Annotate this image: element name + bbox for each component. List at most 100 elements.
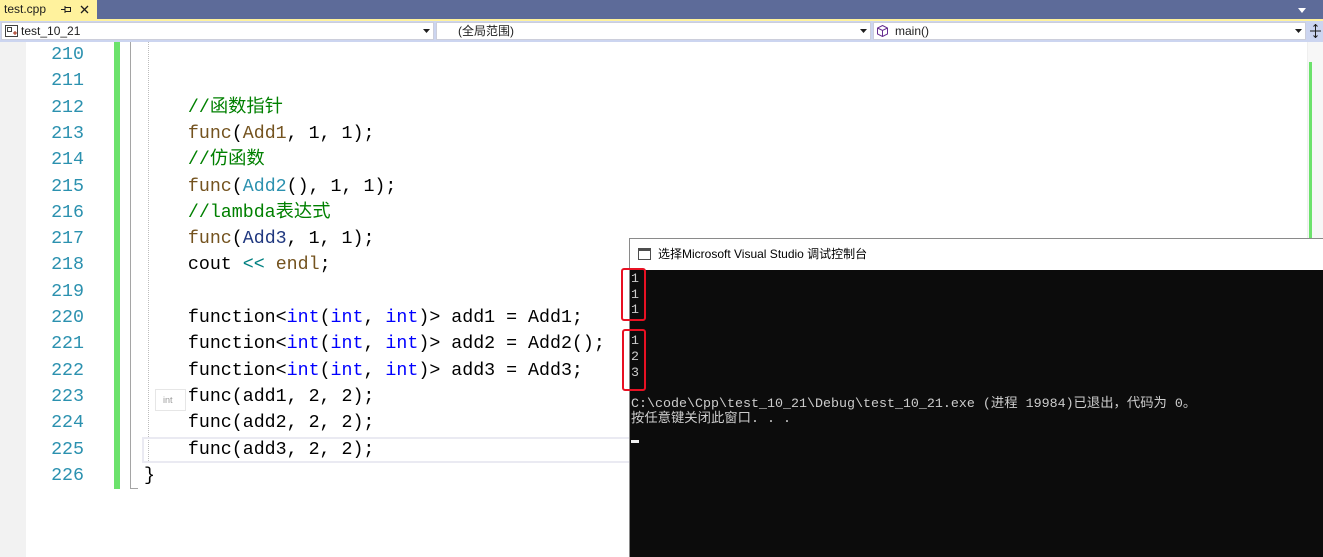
tab-label: test.cpp [4, 2, 47, 16]
code-token-plain: function< [187, 334, 287, 355]
code-token-ws [144, 124, 188, 144]
code-line[interactable]: 211 [0, 68, 1306, 94]
code-token-keyword: int [385, 360, 419, 381]
code-text: //仿函数 [144, 147, 265, 173]
line-number: 214 [51, 150, 84, 171]
code-token-ws [144, 334, 188, 354]
code-line[interactable]: 210 [0, 42, 1306, 68]
console-output-line: 2 [631, 349, 639, 365]
code-token-plain: func(add2, 2, 2); [187, 413, 375, 434]
code-token-plain: } [144, 465, 155, 486]
code-token-ws [265, 255, 276, 275]
code-text: //lambda表达式 [144, 200, 331, 226]
code-line[interactable]: 215 func(Add2(), 1, 1); [0, 174, 1306, 200]
console-window-icon [638, 248, 651, 260]
member-dropdown-value: main() [895, 24, 930, 38]
line-number: 219 [51, 281, 84, 302]
code-token-type: Add2 [242, 176, 287, 197]
line-number: 220 [51, 308, 84, 328]
code-token-plain: cout [187, 255, 232, 276]
navigation-bar: test_10_21 (全局范围) main() [0, 21, 1323, 42]
code-token-ws [144, 413, 188, 433]
code-token-plain: , [363, 308, 386, 328]
code-token-plain: ( [231, 229, 243, 250]
code-token-plain: function< [187, 360, 287, 381]
code-text: cout << endl; [144, 252, 331, 278]
line-number: 224 [51, 413, 84, 434]
code-text: function<int(int, int)> add2 = Add2(); [144, 331, 605, 357]
line-number: 225 [51, 439, 84, 460]
split-window-icon[interactable] [1310, 24, 1321, 38]
code-token-ws [144, 361, 188, 381]
line-number: 222 [51, 360, 84, 381]
code-token-keyword: int [286, 308, 320, 328]
code-token-keyword: int [286, 360, 320, 381]
code-token-keyword: int [330, 308, 364, 328]
line-number: 218 [51, 255, 84, 276]
code-token-plain: ( [319, 308, 331, 328]
code-token-ws [144, 440, 188, 460]
line-number: 226 [51, 465, 84, 486]
code-token-ws [144, 255, 188, 275]
code-line[interactable]: 213 func(Add1, 1, 1); [0, 121, 1306, 147]
pin-icon[interactable] [61, 5, 72, 14]
console-output-line: C:\code\Cpp\test_10_21\Debug\test_10_21.… [631, 396, 1197, 412]
line-number: 223 [51, 386, 84, 407]
code-token-plain: ( [319, 360, 331, 381]
code-token-function: func [187, 123, 232, 144]
code-line[interactable]: 216 //lambda表达式 [0, 200, 1306, 226]
project-dropdown-value: test_10_21 [21, 24, 81, 38]
highlight-box [621, 268, 646, 321]
parameter-hint: int [155, 389, 186, 411]
code-text: } [144, 463, 155, 489]
chevron-down-icon [1295, 29, 1302, 33]
code-token-keyword: int [330, 360, 364, 381]
code-line[interactable]: 214 //仿函数 [0, 147, 1306, 173]
code-text: func(Add3, 1, 1); [144, 226, 375, 252]
member-dropdown[interactable]: main() [873, 22, 1306, 40]
code-token-keyword: int [330, 334, 364, 355]
scrollbar-change-marker [1309, 62, 1312, 258]
project-icon [5, 25, 18, 37]
code-text: func(Add1, 1, 1); [144, 121, 375, 147]
close-icon[interactable] [80, 5, 89, 14]
code-token-plain: ; [319, 255, 331, 276]
code-text: function<int(int, int)> add1 = Add1; [144, 305, 583, 331]
console-title: 选择Microsoft Visual Studio 调试控制台 [658, 247, 868, 261]
line-number: 211 [51, 71, 84, 92]
code-line[interactable]: 212 //函数指针 [0, 95, 1306, 121]
code-token-keyword: int [385, 334, 419, 355]
line-number: 217 [51, 229, 84, 250]
code-token-ws [232, 255, 243, 275]
code-token-plain: )> add2 = Add2(); [418, 334, 605, 355]
code-token-ws [144, 229, 188, 249]
console-output-line: 1 [631, 303, 639, 319]
line-number: 221 [51, 334, 84, 355]
document-tab-strip: test.cpp [0, 0, 1323, 19]
code-token-ws [144, 308, 188, 328]
code-token-ws [144, 98, 188, 118]
console-title-bar[interactable]: 选择Microsoft Visual Studio 调试控制台 [630, 239, 1323, 270]
chevron-down-icon [423, 29, 430, 33]
code-token-local: Add3 [242, 229, 287, 250]
code-token-ws [144, 150, 188, 170]
project-dropdown[interactable]: test_10_21 [1, 22, 434, 40]
code-text: func(add3, 2, 2); [144, 437, 375, 463]
code-token-function: func [187, 176, 232, 197]
code-token-plain: , [363, 360, 386, 381]
scope-dropdown[interactable]: (全局范围) [436, 22, 871, 40]
code-text: func(add2, 2, 2); [144, 410, 375, 436]
code-token-plain: )> add3 = Add3; [418, 360, 583, 381]
console-output-lines: 1 1 1 1 2 3 C:\code\Cpp\test_10_21\Debug\test_… [631, 272, 1321, 428]
chevron-down-icon [860, 29, 867, 33]
line-number: 213 [51, 123, 84, 144]
chevron-down-icon[interactable] [1298, 8, 1306, 13]
debug-console-window[interactable]: 选择Microsoft Visual Studio 调试控制台 1 1 1 1 2 3 C:… [629, 238, 1323, 557]
code-token-function: func [187, 229, 232, 250]
method-icon [877, 25, 888, 37]
console-output[interactable]: 1 1 1 1 2 3 C:\code\Cpp\test_10_21\Debug\test_… [630, 270, 1323, 557]
code-token-function: endl [275, 255, 320, 276]
tab-test-cpp[interactable]: test.cpp [0, 0, 97, 19]
